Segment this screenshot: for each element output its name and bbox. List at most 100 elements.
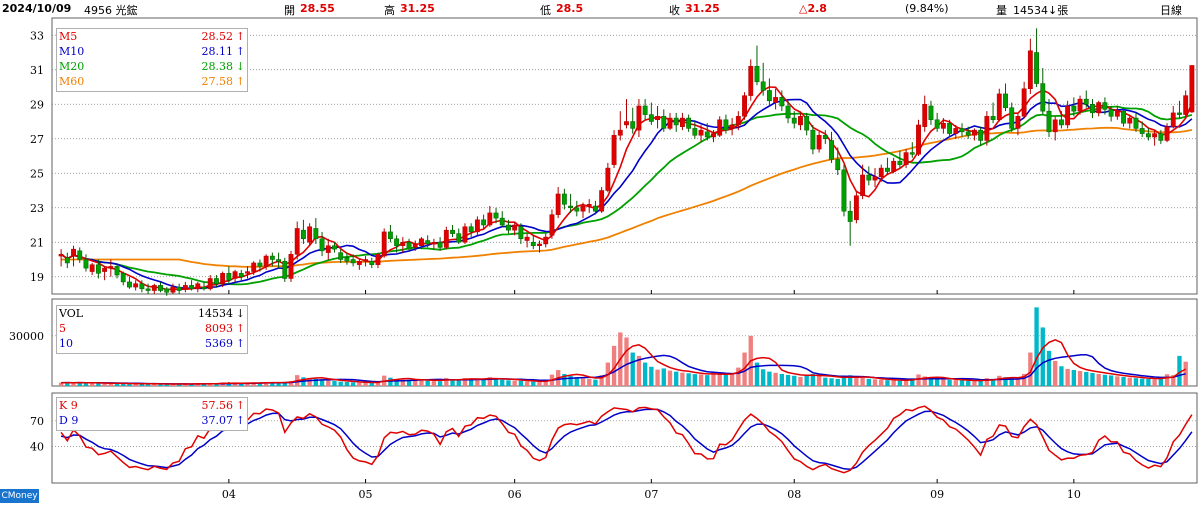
volume-bar bbox=[1046, 350, 1052, 386]
volume-bar bbox=[338, 381, 343, 386]
volume-bar bbox=[332, 380, 337, 386]
candle-body bbox=[58, 254, 64, 257]
legend-ma60-value: 27.58 bbox=[201, 75, 234, 88]
candle-body bbox=[1170, 112, 1176, 127]
legend-vol-arrow: ↓ bbox=[235, 307, 245, 320]
candle-body bbox=[71, 248, 76, 257]
volume-bar bbox=[344, 381, 350, 386]
volume-bar bbox=[835, 378, 840, 386]
candle-body bbox=[456, 233, 462, 243]
volume-bar bbox=[642, 362, 648, 386]
volume-bar bbox=[686, 373, 691, 386]
candle-body bbox=[555, 193, 561, 215]
candle-body bbox=[1121, 110, 1126, 124]
volume-bar bbox=[773, 372, 778, 386]
volume-bar bbox=[674, 371, 679, 386]
candle-body bbox=[978, 129, 984, 141]
candle-body bbox=[934, 119, 940, 129]
volume-bar bbox=[357, 382, 362, 386]
candle-body bbox=[189, 285, 195, 290]
price-ytick-label: 23 bbox=[30, 202, 44, 215]
candle-body bbox=[313, 228, 319, 240]
candle-body bbox=[108, 266, 114, 269]
month-label: 06 bbox=[508, 488, 522, 501]
volume-bar bbox=[872, 379, 878, 386]
candle-body bbox=[593, 205, 598, 212]
volume-bar bbox=[667, 370, 673, 386]
volume-bar bbox=[947, 379, 952, 386]
legend-vol10-arrow: ↑ bbox=[235, 337, 245, 350]
legend-k: K 9 57.56 ↑ bbox=[57, 398, 247, 413]
candle-body bbox=[568, 205, 574, 208]
volume-bar bbox=[537, 381, 542, 386]
volume-bar bbox=[798, 376, 803, 386]
volume-bar bbox=[1040, 327, 1045, 386]
volume-bar bbox=[587, 378, 592, 386]
candle-body bbox=[307, 226, 313, 243]
candle-body bbox=[891, 160, 897, 172]
volume-bar bbox=[723, 374, 729, 386]
volume-bar bbox=[903, 380, 909, 386]
candle-body bbox=[909, 152, 915, 155]
candle-body bbox=[338, 252, 344, 260]
price-ytick-label: 27 bbox=[30, 133, 44, 146]
candle-body bbox=[903, 152, 909, 165]
volume-bar bbox=[89, 383, 95, 386]
candle-body bbox=[996, 93, 1002, 121]
candle-body bbox=[170, 286, 176, 293]
legend-ma20: M20 28.38 ↓ bbox=[57, 59, 247, 74]
candle-body bbox=[356, 260, 362, 265]
volume-bar bbox=[493, 378, 499, 386]
legend-k-name: K 9 bbox=[59, 399, 78, 412]
volume-bar bbox=[1152, 379, 1157, 386]
candle-body bbox=[369, 260, 375, 265]
candle-body bbox=[841, 169, 847, 212]
candle-body bbox=[810, 129, 816, 150]
legend-vol5: 5 8093 ↑ bbox=[57, 321, 247, 336]
candle-body bbox=[245, 271, 250, 274]
candle-body bbox=[257, 262, 263, 267]
candle-body bbox=[1090, 104, 1095, 114]
candle-body bbox=[506, 224, 511, 231]
price-ytick-label: 29 bbox=[30, 98, 44, 111]
volume-bar bbox=[431, 380, 437, 386]
volume-bar bbox=[705, 375, 710, 386]
legend-d-name: D 9 bbox=[59, 414, 79, 427]
candle-body bbox=[549, 214, 555, 236]
legend-ma5: M5 28.52 ↑ bbox=[57, 29, 247, 44]
candle-body bbox=[443, 229, 449, 248]
candle-body bbox=[729, 124, 735, 129]
candle-body bbox=[120, 273, 126, 283]
candle-body bbox=[711, 133, 716, 138]
legend-d-arrow: ↑ bbox=[235, 414, 245, 427]
candle-body bbox=[487, 212, 493, 226]
candle-body bbox=[1189, 65, 1195, 113]
volume-bar bbox=[500, 379, 505, 386]
volume-bar bbox=[102, 383, 107, 386]
volume-bar bbox=[624, 337, 629, 386]
legend-ma5-value: 28.52 bbox=[201, 30, 234, 43]
volume-bar bbox=[661, 368, 666, 386]
candle-body bbox=[816, 135, 822, 150]
legend-k-value: 57.56 bbox=[201, 399, 234, 412]
candle-body bbox=[1009, 107, 1015, 129]
price-ytick-label: 31 bbox=[30, 64, 44, 77]
volume-bar bbox=[1077, 370, 1083, 386]
candle-body bbox=[1052, 119, 1058, 133]
candle-body bbox=[300, 229, 306, 240]
volume-bar bbox=[531, 381, 536, 386]
candle-body bbox=[1133, 117, 1139, 129]
candle-body bbox=[1145, 133, 1151, 138]
candle-body bbox=[1027, 50, 1033, 89]
candle-body bbox=[1034, 52, 1039, 84]
candle-body bbox=[1158, 133, 1164, 141]
volume-bar bbox=[829, 378, 834, 386]
candle-body bbox=[648, 114, 654, 122]
legend-ma5-name: M5 bbox=[59, 30, 78, 43]
volume-bar bbox=[779, 373, 785, 386]
brand-badge[interactable]: CMoney bbox=[0, 489, 39, 503]
candle-body bbox=[673, 117, 679, 126]
candle-body bbox=[381, 231, 387, 257]
candle-body bbox=[226, 273, 232, 281]
candle-body bbox=[760, 81, 766, 91]
